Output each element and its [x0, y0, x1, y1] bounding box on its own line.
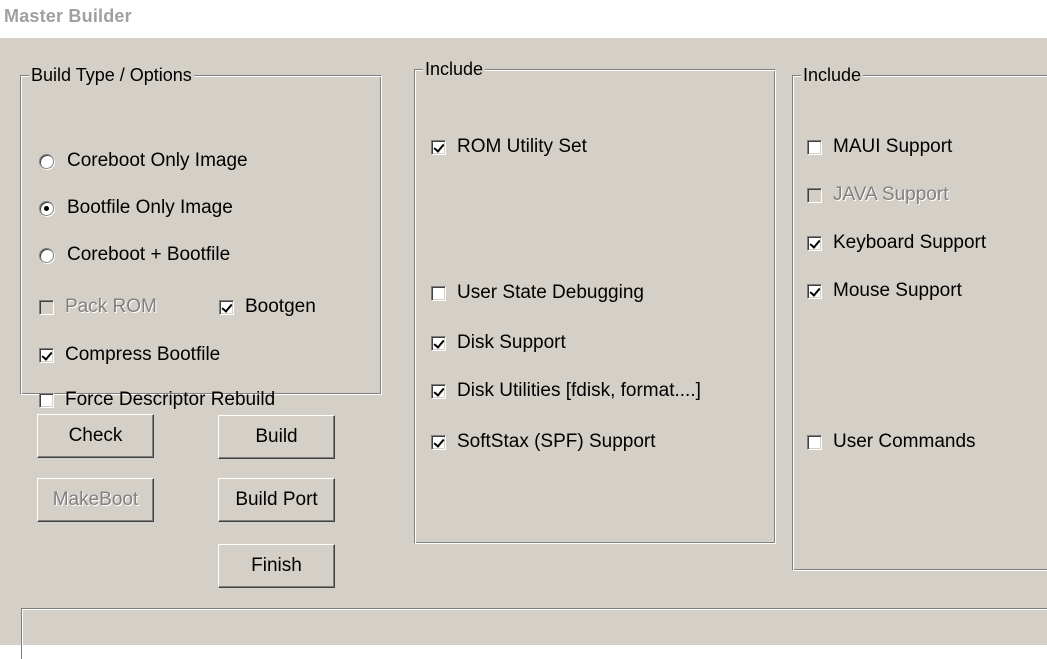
checkbox-label: Bootgen	[245, 296, 316, 317]
checkbox-label: User State Debugging	[457, 282, 644, 303]
checkbox-label: User Commands	[833, 431, 976, 452]
pack-rom-checkbox: Pack ROM	[39, 296, 157, 318]
build-button[interactable]: Build	[218, 415, 335, 459]
radio-button[interactable]	[39, 247, 54, 263]
checkbox-box[interactable]	[39, 392, 54, 408]
build-type-group: Build Type / Options Coreboot Only Image…	[20, 64, 382, 410]
checkbox-box[interactable]	[39, 347, 54, 363]
include-group-2: Include MAUI Support JAVA Support Keyboa…	[792, 64, 1047, 571]
checkbox-box[interactable]	[431, 383, 446, 399]
checkbox-label: Disk Support	[457, 332, 566, 353]
checkbox-label: Mouse Support	[833, 280, 962, 301]
radio-button[interactable]	[39, 200, 54, 216]
checkbox-box[interactable]	[807, 139, 822, 155]
checkbox-box[interactable]	[431, 434, 446, 450]
checkbox-box[interactable]	[807, 434, 822, 450]
checkbox-label: Compress Bootfile	[65, 344, 221, 365]
include-legend-1: Include	[423, 58, 486, 80]
checkbox-label: MAUI Support	[833, 136, 953, 157]
checkbox-box[interactable]	[431, 139, 446, 155]
checkbox-box[interactable]	[807, 283, 822, 299]
main-panel: Build Type / Options Coreboot Only Image…	[0, 38, 1047, 659]
disk-utilities-checkbox[interactable]: Disk Utilities [fdisk, format....]	[431, 380, 701, 402]
build-port-button[interactable]: Build Port	[218, 478, 335, 522]
checkbox-box[interactable]	[431, 285, 446, 301]
include-group-1: Include ROM Utility Set User State Debug…	[414, 58, 776, 544]
radio-label: Coreboot + Bootfile	[67, 244, 231, 265]
check-button[interactable]: Check	[37, 414, 154, 458]
checkbox-label: Pack ROM	[65, 296, 157, 317]
checkbox-label: Keyboard Support	[833, 232, 987, 253]
radio-label: Coreboot Only Image	[67, 150, 248, 171]
radio-coreboot-only[interactable]: Coreboot Only Image	[39, 150, 248, 172]
keyboard-support-checkbox[interactable]: Keyboard Support	[807, 232, 986, 254]
checkbox-box[interactable]	[219, 299, 234, 315]
window-title: Master Builder	[4, 6, 132, 26]
user-commands-checkbox[interactable]: User Commands	[807, 431, 976, 453]
checkbox-box	[807, 187, 822, 203]
force-descriptor-rebuild-checkbox[interactable]: Force Descriptor Rebuild	[39, 389, 275, 411]
checkbox-label: Force Descriptor Rebuild	[65, 389, 276, 410]
user-state-debugging-checkbox[interactable]: User State Debugging	[431, 282, 644, 304]
softstax-support-checkbox[interactable]: SoftStax (SPF) Support	[431, 431, 656, 453]
finish-button[interactable]: Finish	[218, 544, 335, 588]
maui-support-checkbox[interactable]: MAUI Support	[807, 136, 952, 158]
include-legend-2: Include	[801, 64, 864, 86]
radio-coreboot-plus-bootfile[interactable]: Coreboot + Bootfile	[39, 244, 230, 266]
rom-utility-set-checkbox[interactable]: ROM Utility Set	[431, 136, 587, 158]
checkbox-box	[39, 299, 54, 315]
checkbox-box[interactable]	[431, 335, 446, 351]
checkbox-label: ROM Utility Set	[457, 136, 587, 157]
radio-button[interactable]	[39, 153, 54, 169]
java-support-checkbox: JAVA Support	[807, 184, 948, 206]
checkbox-label: SoftStax (SPF) Support	[457, 431, 656, 452]
disk-support-checkbox[interactable]: Disk Support	[431, 332, 566, 354]
checkbox-label: Disk Utilities [fdisk, format....]	[457, 380, 701, 401]
build-type-legend: Build Type / Options	[29, 64, 194, 86]
mouse-support-checkbox[interactable]: Mouse Support	[807, 280, 962, 302]
status-bar	[21, 608, 1047, 659]
radio-bootfile-only[interactable]: Bootfile Only Image	[39, 197, 233, 219]
compress-bootfile-checkbox[interactable]: Compress Bootfile	[39, 344, 220, 366]
radio-label: Bootfile Only Image	[67, 197, 233, 218]
makeboot-button: MakeBoot	[37, 478, 154, 522]
bootgen-checkbox[interactable]: Bootgen	[219, 296, 316, 318]
checkbox-label: JAVA Support	[833, 184, 949, 205]
checkbox-box[interactable]	[807, 235, 822, 251]
